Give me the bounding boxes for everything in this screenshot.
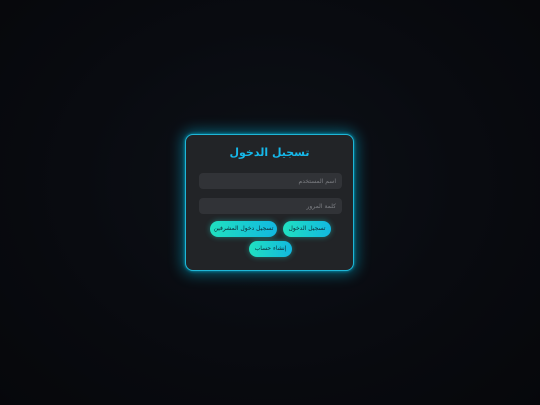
create-account-button[interactable]: إنشاء حساب <box>249 241 292 257</box>
password-input[interactable] <box>199 198 342 214</box>
login-dialog: تسجيل الدخول تسجيل الدخول تسجيل دخول الم… <box>185 134 354 271</box>
admin-login-button[interactable]: تسجيل دخول المشرفين <box>210 221 277 237</box>
login-button[interactable]: تسجيل الدخول <box>283 221 331 237</box>
username-input[interactable] <box>199 173 342 189</box>
dialog-title: تسجيل الدخول <box>229 146 310 159</box>
